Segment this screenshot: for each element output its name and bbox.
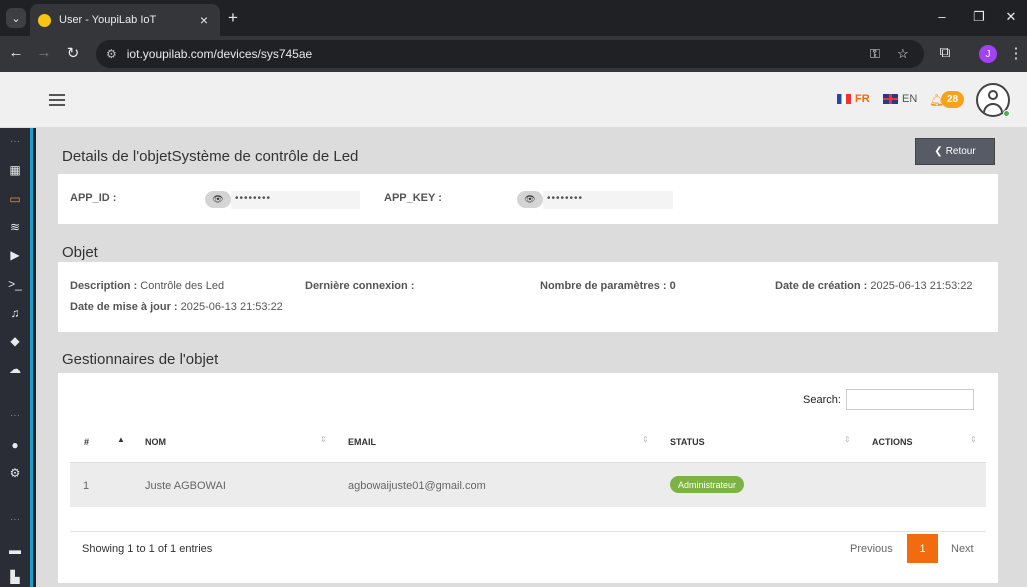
minimize-icon[interactable]: –: [932, 9, 952, 24]
divider: [70, 531, 986, 532]
play-icon[interactable]: ▶: [0, 248, 30, 262]
browser-toolbar: ← → ↻ ⚙ iot.youpilab.com/devices/sys745a…: [0, 36, 1027, 72]
notification-badge[interactable]: 28: [941, 91, 965, 108]
book-icon[interactable]: ▙: [0, 570, 30, 584]
dashboard-icon[interactable]: ▦: [0, 163, 30, 177]
site-settings-icon[interactable]: ⚙: [106, 47, 117, 61]
next-button[interactable]: Next: [951, 543, 974, 555]
alert-bell-icon[interactable]: ♫: [0, 306, 30, 320]
sidebar-dots-icon: ···: [10, 410, 20, 421]
online-status-dot: [1003, 110, 1010, 117]
forward-arrow-icon[interactable]: →: [34, 44, 54, 61]
lang-fr-button[interactable]: FR: [837, 93, 870, 105]
column-header-actions[interactable]: ACTIONS: [872, 437, 913, 447]
row-num: 1: [83, 480, 90, 492]
menu-toggle-icon[interactable]: [49, 94, 65, 106]
object-section-title: Objet: [62, 244, 98, 261]
row-name: Juste AGBOWAI: [145, 480, 226, 492]
app-header: FR EN: [0, 72, 1027, 128]
back-arrow-icon[interactable]: ←: [6, 44, 26, 61]
extensions-icon[interactable]: ⧉: [935, 44, 955, 61]
managers-section-title: Gestionnaires de l'objet: [62, 351, 219, 368]
created-date-field: Date de création : 2025-06-13 21:53:22: [775, 280, 973, 292]
last-connection-field: Dernière connexion :: [305, 280, 415, 292]
cloud-upload-icon[interactable]: ☁: [0, 362, 30, 376]
close-tab-icon[interactable]: ×: [196, 12, 212, 28]
column-header-status[interactable]: STATUS: [670, 437, 705, 447]
sort-icon[interactable]: ⇕: [642, 435, 649, 444]
sort-icon[interactable]: ⇕: [844, 435, 851, 444]
lang-en-button[interactable]: EN: [883, 93, 917, 105]
app-id-value: ••••••••: [231, 191, 360, 209]
favicon-icon: [38, 13, 51, 27]
terminal-icon[interactable]: >_: [0, 277, 30, 291]
new-tab-icon[interactable]: +: [228, 9, 238, 27]
search-input[interactable]: [846, 389, 974, 410]
param-count-field: Nombre de paramètres : 0: [540, 280, 676, 292]
sidebar-dots-icon: ···: [10, 514, 20, 525]
eye-slash-icon[interactable]: 👁︎: [517, 191, 543, 208]
profile-avatar[interactable]: J: [979, 45, 997, 63]
restore-icon[interactable]: ❐: [969, 9, 989, 25]
search-label: Search:: [803, 394, 841, 406]
close-window-icon[interactable]: ✕: [1001, 9, 1021, 25]
android-icon[interactable]: ◆: [0, 334, 30, 348]
sort-up-icon[interactable]: ▲: [117, 435, 125, 444]
column-header-email[interactable]: EMAIL: [348, 437, 376, 447]
database-icon[interactable]: ≋: [0, 220, 30, 234]
devices-icon[interactable]: ▭: [0, 192, 30, 206]
sort-icon[interactable]: ⇕: [320, 435, 327, 444]
back-button-label: Retour: [945, 146, 976, 157]
flag-en-icon: [883, 94, 898, 104]
app-key-value: ••••••••: [543, 191, 673, 209]
previous-button[interactable]: Previous: [850, 543, 893, 555]
browser-menu-icon[interactable]: ⋮: [1006, 44, 1026, 62]
column-header-num[interactable]: #: [84, 437, 89, 447]
tab-search-icon[interactable]: ⌄: [6, 8, 26, 28]
bookmark-star-icon[interactable]: ☆: [897, 46, 909, 62]
sort-icon[interactable]: ⇕: [970, 435, 977, 444]
settings-gear-icon[interactable]: ⚙: [0, 466, 30, 480]
back-button[interactable]: ❮ Retour: [915, 138, 995, 165]
page-title: Details de l'objetSystème de contrôle de…: [62, 148, 359, 165]
main-content: Details de l'objetSystème de contrôle de…: [36, 128, 1027, 587]
reload-icon[interactable]: ↻: [63, 44, 83, 62]
entries-info: Showing 1 to 1 of 1 entries: [82, 543, 213, 555]
app-key-label: APP_KEY :: [384, 192, 442, 204]
page-1-button[interactable]: 1: [907, 534, 938, 563]
app-id-label: APP_ID :: [70, 192, 117, 204]
address-bar[interactable]: ⚙ iot.youpilab.com/devices/sys745ae ⚿ ☆: [96, 40, 924, 68]
browser-tabstrip: ⌄ User - YoupiLab IoT × + – ❐ ✕: [0, 0, 1027, 36]
browser-tab[interactable]: User - YoupiLab IoT ×: [30, 4, 220, 36]
sidebar: ··· ▦ ▭ ≋ ▶ >_ ♫ ◆ ☁ ··· ● ⚙ ··· ▬ ▙: [0, 128, 33, 587]
lang-en-label: EN: [902, 93, 918, 105]
storage-icon[interactable]: ▬: [0, 543, 30, 557]
row-email: agbowaijuste01@gmail.com: [348, 480, 486, 492]
status-badge: Administrateur: [670, 476, 745, 493]
chevron-left-icon: ❮: [934, 146, 943, 157]
password-key-icon[interactable]: ⚿: [870, 46, 880, 62]
user-icon[interactable]: ●: [0, 438, 30, 452]
sidebar-dots-icon: ···: [10, 136, 20, 147]
object-card: [58, 262, 998, 332]
lang-fr-label: FR: [855, 93, 870, 105]
eye-slash-icon[interactable]: 👁︎: [205, 191, 231, 208]
updated-date-field: Date de mise à jour : 2025-06-13 21:53:2…: [70, 301, 283, 313]
url-text: iot.youpilab.com/devices/sys745ae: [126, 47, 313, 61]
column-header-name[interactable]: NOM: [145, 437, 166, 447]
flag-fr-icon: [837, 94, 851, 104]
description-field: Description : Contrôle des Led: [70, 280, 225, 292]
tab-title: User - YoupiLab IoT: [59, 14, 157, 26]
